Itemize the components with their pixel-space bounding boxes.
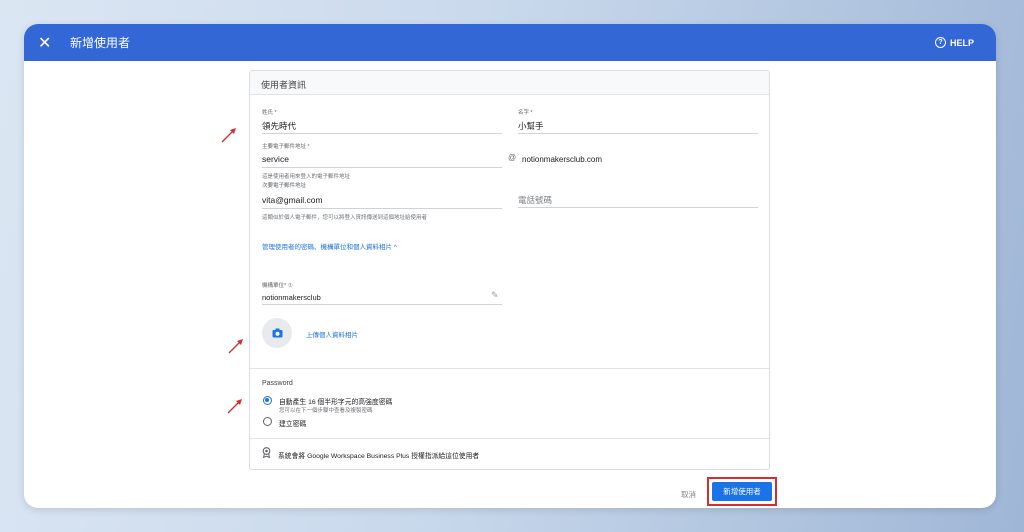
secondary-email-input[interactable]: vita@gmail.com bbox=[262, 195, 323, 205]
org-unit-label: 機構單位* ⑦ bbox=[262, 283, 293, 289]
camera-icon bbox=[272, 328, 282, 338]
help-label: HELP bbox=[949, 37, 974, 48]
secondary-email-label: 次要電子郵件地址 bbox=[262, 183, 307, 189]
edit-pencil-icon[interactable]: ✎ bbox=[491, 290, 499, 301]
last-name-label: 姓氏 * bbox=[262, 110, 277, 116]
card-title: 使用者資訊 bbox=[250, 71, 769, 95]
primary-email-label: 主要電子郵件地址 * bbox=[262, 144, 310, 150]
auto-password-label: 自動產生 16 個半形字元的高強度密碼 bbox=[279, 399, 393, 406]
license-divider bbox=[250, 438, 769, 439]
cancel-button[interactable]: 取消 bbox=[681, 489, 696, 500]
last-name-input[interactable]: 領先時代 bbox=[262, 120, 296, 132]
org-unit-value: notionmakersclub bbox=[262, 293, 321, 302]
org-unit-underline bbox=[262, 304, 502, 305]
dialog-title: 新增使用者 bbox=[70, 36, 131, 50]
upload-photo-button[interactable] bbox=[262, 318, 292, 348]
help-button[interactable]: ? HELP bbox=[934, 37, 974, 48]
domain-label: notionmakersclub.com bbox=[522, 155, 603, 164]
upload-photo-link[interactable]: 上傳個人資料相片 bbox=[306, 329, 358, 339]
annotation-arrow bbox=[228, 339, 243, 354]
license-notice: 系統會將 Google Workspace Business Plus 授權指派… bbox=[278, 453, 480, 460]
primary-email-hint: 這是使用者用來登入的電子郵件地址 bbox=[262, 174, 351, 180]
annotation-arrow bbox=[221, 128, 236, 143]
phone-input[interactable]: 電話號碼 bbox=[518, 194, 552, 206]
create-user-button[interactable]: 新增使用者 bbox=[712, 482, 772, 501]
create-password-radio[interactable] bbox=[263, 417, 272, 426]
at-icon: @ bbox=[508, 153, 517, 162]
primary-email-underline bbox=[262, 167, 502, 168]
password-section-title: Password bbox=[262, 380, 293, 387]
help-icon: ? bbox=[934, 37, 946, 48]
top-bar: ✕ 新增使用者 ? HELP bbox=[24, 24, 996, 61]
first-name-label: 名字 * bbox=[518, 110, 533, 116]
add-user-dialog: ✕ 新增使用者 ? HELP 使用者資訊 姓氏 * 領先時代 名字 * 小幫手 … bbox=[24, 24, 996, 508]
phone-underline bbox=[518, 207, 758, 208]
annotation-arrow bbox=[227, 399, 242, 414]
create-password-label: 建立密碼 bbox=[279, 421, 307, 428]
secondary-email-hint: 這類似於個人電子郵件，您可以將登入資訊傳送到這個地址給使用者 bbox=[262, 215, 428, 221]
first-name-input[interactable]: 小幫手 bbox=[518, 120, 544, 132]
primary-email-input[interactable]: service bbox=[262, 154, 289, 164]
last-name-underline bbox=[262, 133, 502, 134]
auto-password-hint: 您可以在下一個步驟中查看及複製密碼 bbox=[279, 408, 373, 414]
secondary-email-underline bbox=[262, 208, 502, 209]
close-icon[interactable]: ✕ bbox=[38, 33, 56, 53]
manage-details-link[interactable]: 管理使用者的密碼、機構單位和個人資料相片 ^ bbox=[262, 241, 397, 251]
section-divider bbox=[250, 368, 769, 369]
license-icon bbox=[262, 447, 271, 458]
auto-password-radio[interactable] bbox=[263, 396, 272, 405]
user-info-card: 使用者資訊 姓氏 * 領先時代 名字 * 小幫手 主要電子郵件地址 * serv… bbox=[249, 70, 770, 470]
first-name-underline bbox=[518, 133, 758, 134]
